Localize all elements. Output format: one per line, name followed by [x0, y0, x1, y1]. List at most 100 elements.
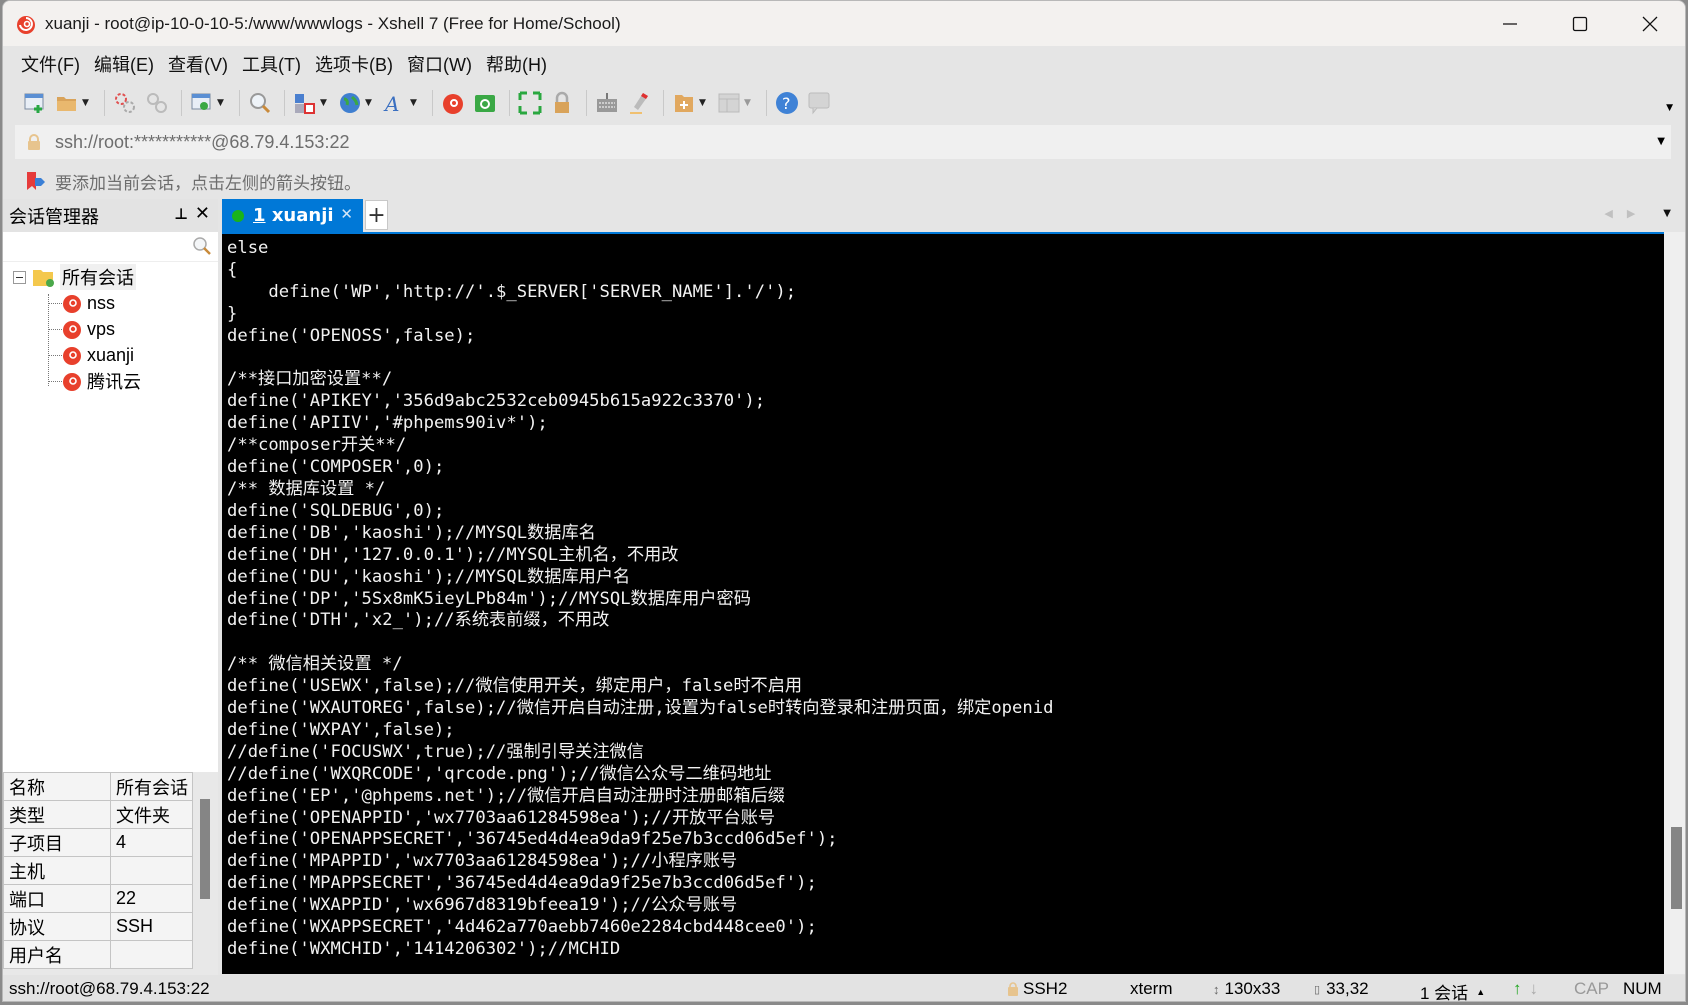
property-key: 名称: [3, 772, 111, 801]
xftp-icon: [475, 95, 495, 112]
minimize-button[interactable]: [1475, 1, 1545, 46]
font-button[interactable]: A: [381, 89, 409, 117]
tree-root-all-sessions[interactable]: 所有会话: [3, 264, 218, 290]
status-sessions[interactable]: 1 会话 ▲: [1420, 979, 1486, 1002]
chat-icon: [808, 92, 830, 115]
connection-status-icon: [232, 209, 244, 222]
open-dropdown-icon[interactable]: ▼: [82, 98, 92, 108]
tab-scroll-right-icon[interactable]: ▶: [1627, 207, 1635, 220]
maximize-button[interactable]: [1545, 1, 1615, 46]
menu-tools[interactable]: 工具(T): [242, 51, 301, 77]
globe-icon: [340, 93, 360, 113]
close-panel-icon[interactable]: ✕: [195, 203, 210, 224]
address-bar[interactable]: ssh://root:***********@68.79.4.153:22 ▼: [15, 125, 1671, 159]
new-session-button[interactable]: [21, 89, 49, 117]
tree-line: [48, 303, 62, 304]
open-button[interactable]: [53, 89, 81, 117]
font-dropdown-icon[interactable]: ▼: [410, 98, 420, 108]
xshell-icon: [443, 94, 463, 114]
transfer-button[interactable]: [291, 89, 319, 117]
sessions-text: 1 会话: [1420, 984, 1469, 1002]
globe-dropdown-icon[interactable]: ▼: [365, 98, 375, 108]
property-value: 文件夹: [110, 800, 193, 829]
tab-label: 1 xuanji: [253, 205, 334, 226]
title-bar: xuanji - root@ip-10-0-10-5:/www/wwwlogs …: [3, 1, 1685, 46]
find-button[interactable]: [246, 89, 274, 117]
globe-button[interactable]: [336, 89, 364, 117]
lock-icon: [1008, 982, 1018, 996]
close-tab-icon[interactable]: ✕: [340, 205, 353, 223]
terminal-type-text: xterm: [1130, 979, 1173, 998]
toolbar-separator: [432, 90, 433, 116]
search-icon[interactable]: [192, 236, 212, 256]
session-properties-button[interactable]: [188, 89, 216, 117]
tab-xuanji[interactable]: 1 xuanji ✕: [222, 199, 363, 232]
sessions-up-icon: ▲: [1476, 986, 1486, 997]
tree-session-item[interactable]: vps: [3, 316, 218, 342]
fullscreen-button[interactable]: [516, 89, 544, 117]
open-folder-icon: [57, 97, 76, 111]
disconnect-icon: [147, 93, 167, 113]
new-folder-dropdown-icon[interactable]: ▼: [699, 98, 709, 108]
new-tab-button[interactable]: +: [365, 200, 388, 230]
menu-help[interactable]: 帮助(H): [486, 51, 547, 77]
tree-session-item[interactable]: nss: [3, 290, 218, 316]
layout-dropdown-icon[interactable]: ▼: [744, 98, 754, 108]
tab-scroll-left-icon[interactable]: ◀: [1604, 207, 1612, 220]
menu-edit[interactable]: 编辑(E): [94, 51, 154, 77]
properties-icon: [191, 93, 211, 110]
tab-list-dropdown-icon[interactable]: ▼: [1663, 208, 1671, 219]
status-num: NUM: [1623, 979, 1662, 999]
properties-scrollbar[interactable]: [200, 799, 210, 899]
search-icon: [250, 93, 271, 114]
property-row: 子项目 4: [3, 828, 193, 857]
tree-session-item[interactable]: xuanji: [3, 342, 218, 368]
status-bar: ssh://root@68.79.4.153:22 SSH2 xterm ↕ 1…: [3, 975, 1685, 1002]
menu-view[interactable]: 查看(V): [168, 51, 228, 77]
xftp-button[interactable]: [471, 89, 499, 117]
address-dropdown-icon[interactable]: ▼: [1657, 136, 1665, 147]
highlight-button[interactable]: [625, 89, 653, 117]
properties-table: 名称 所有会话 类型 文件夹 子项目 4 主机 端口 22 协议 SSH 用户名: [3, 772, 193, 969]
status-size: ↕ 130x33: [1213, 979, 1280, 999]
xshell-button[interactable]: [439, 89, 467, 117]
toolbar: ▼ ▼ ▼ ▼ A ▼ ▼ ▼ ? ▼: [3, 83, 1685, 123]
tree-session-item[interactable]: 腾讯云: [3, 368, 218, 394]
menu-window[interactable]: 窗口(W): [407, 51, 472, 77]
menu-tab[interactable]: 选项卡(B): [315, 51, 393, 77]
layout-button[interactable]: [715, 89, 743, 117]
help-button[interactable]: ?: [773, 89, 801, 117]
chat-button[interactable]: [805, 89, 833, 117]
layout-icon: [718, 93, 740, 113]
tab-bar: 1 xuanji ✕ + ◀ ▶ ▼: [222, 199, 1685, 232]
address-text[interactable]: ssh://root:***********@68.79.4.153:22: [55, 132, 349, 153]
disconnect-button[interactable]: [143, 89, 171, 117]
keyboard-button[interactable]: [593, 89, 621, 117]
property-key: 主机: [3, 856, 111, 885]
property-row: 端口 22: [3, 884, 193, 913]
menu-file[interactable]: 文件(F): [21, 51, 80, 77]
transfer-icon: [295, 94, 315, 114]
session-label: vps: [87, 318, 116, 339]
fullscreen-icon: [518, 91, 542, 115]
status-cap: CAP: [1574, 979, 1609, 999]
reconnect-button[interactable]: [111, 89, 139, 117]
collapse-icon[interactable]: [13, 270, 26, 284]
properties-dropdown-icon[interactable]: ▼: [217, 98, 227, 108]
property-row: 名称 所有会话: [3, 772, 193, 801]
download-arrow-icon: ↓: [1529, 979, 1539, 998]
transfer-dropdown-icon[interactable]: ▼: [320, 98, 330, 108]
session-search-input[interactable]: [7, 234, 187, 260]
terminal-scrollbar[interactable]: [1664, 232, 1685, 974]
terminal-scrollbar-thumb[interactable]: [1671, 827, 1682, 909]
maximize-icon: [1572, 16, 1588, 31]
lock-button[interactable]: [548, 89, 576, 117]
close-button[interactable]: [1615, 1, 1685, 46]
add-session-arrow-icon[interactable]: [25, 170, 47, 192]
cursor-text: 33,32: [1326, 979, 1369, 998]
new-folder-button[interactable]: [670, 89, 698, 117]
toolbar-overflow-icon[interactable]: ▼: [1666, 103, 1673, 113]
minimize-icon: [1503, 22, 1517, 25]
terminal[interactable]: else { define('WP','http://'.$_SERVER['S…: [222, 232, 1664, 974]
pin-icon[interactable]: ⊥: [174, 205, 188, 223]
